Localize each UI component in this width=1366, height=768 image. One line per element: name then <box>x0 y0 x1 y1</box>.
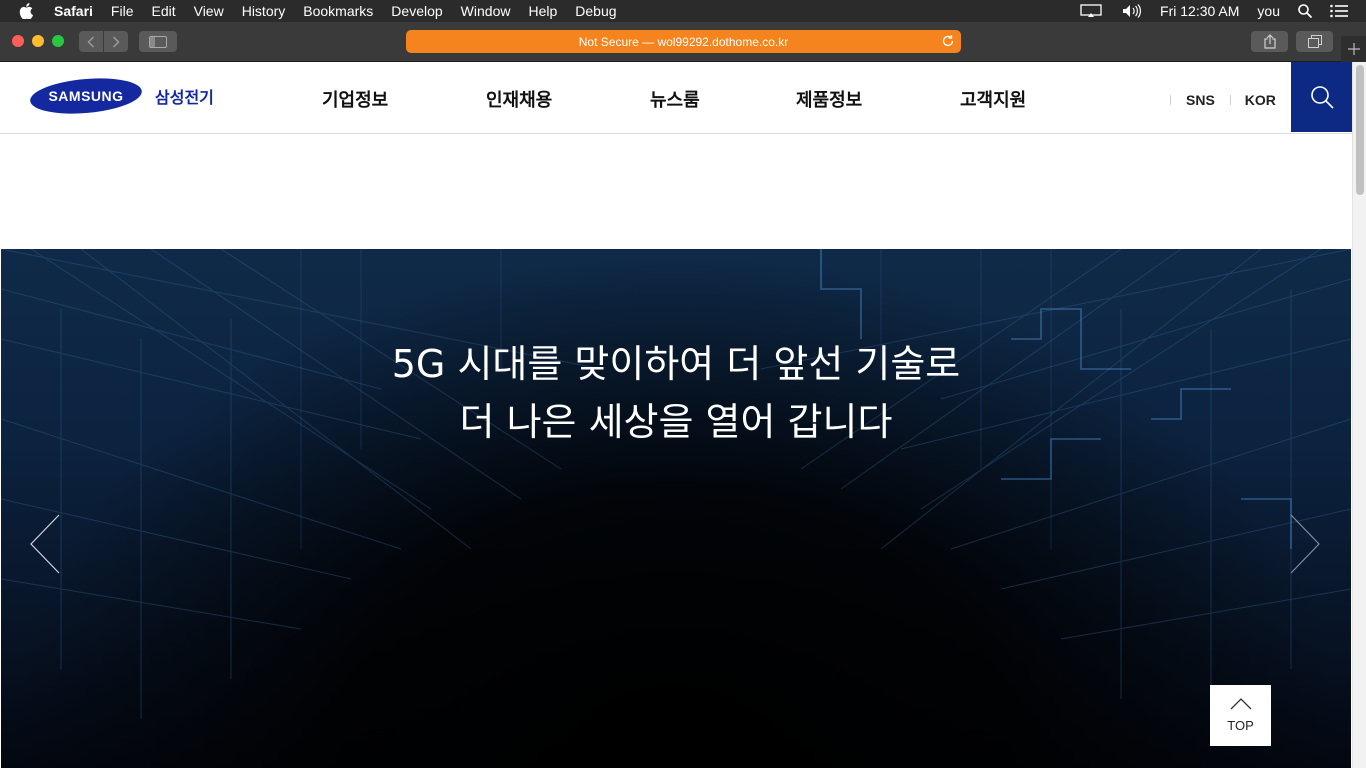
nav-support[interactable]: 고객지원 <box>960 86 1026 112</box>
menu-debug[interactable]: Debug <box>575 3 616 19</box>
site-header: SAMSUNG 삼성전기 기업정보 인재채용 뉴스룸 제품정보 고객지원 SNS… <box>0 62 1352 134</box>
logo-wordmark: SAMSUNG <box>48 88 124 104</box>
utility-menu: SNS KOR <box>1170 92 1276 108</box>
close-window-button[interactable] <box>12 35 24 47</box>
hero-headline: 5G 시대를 맞이하여 더 앞선 기술로 더 나은 세상을 열어 갑니다 <box>1 335 1351 451</box>
apple-menu-icon[interactable] <box>19 3 39 19</box>
sns-link[interactable]: SNS <box>1186 92 1215 108</box>
notification-center-icon[interactable] <box>1330 4 1348 18</box>
nav-products[interactable]: 제품정보 <box>796 86 960 112</box>
browser-toolbar: Not Secure — wol99292.dothome.co.kr <box>0 22 1366 62</box>
nav-newsroom[interactable]: 뉴스룸 <box>650 86 796 112</box>
scrollbar-thumb[interactable] <box>1356 65 1364 195</box>
chevron-left-icon <box>30 514 60 574</box>
chevron-right-icon <box>112 35 120 48</box>
airplay-display-icon[interactable] <box>1080 4 1104 18</box>
site-search-button[interactable] <box>1291 62 1352 132</box>
divider <box>1170 95 1171 105</box>
slider-prev-button[interactable] <box>29 514 61 579</box>
volume-icon[interactable] <box>1122 4 1142 18</box>
menu-help[interactable]: Help <box>528 3 557 19</box>
slider-next-button[interactable] <box>1289 514 1321 579</box>
main-navigation: 기업정보 인재채용 뉴스룸 제품정보 고객지원 <box>322 86 1026 112</box>
language-selector[interactable]: KOR <box>1245 92 1276 108</box>
macos-menu-bar: Safari File Edit View History Bookmarks … <box>0 0 1366 22</box>
plus-icon <box>1347 43 1360 55</box>
samsung-logo[interactable]: SAMSUNG 삼성전기 <box>29 77 214 115</box>
hero-headline-line2: 더 나은 세상을 열어 갑니다 <box>459 400 893 444</box>
sidebar-toggle-button[interactable] <box>139 31 177 52</box>
back-button[interactable] <box>79 31 103 52</box>
hero-slider: 5G 시대를 맞이하여 더 앞선 기술로 더 나은 세상을 열어 갑니다 TOP <box>1 249 1351 768</box>
logo-subtitle: 삼성전기 <box>155 90 214 107</box>
divider <box>1229 95 1231 105</box>
menu-view[interactable]: View <box>194 3 224 19</box>
show-all-tabs-button[interactable] <box>1296 31 1333 52</box>
scroll-to-top-button[interactable]: TOP <box>1210 685 1271 746</box>
chevron-left-icon <box>87 35 95 48</box>
chevron-right-icon <box>1290 514 1320 574</box>
page-scrollbar[interactable] <box>1352 62 1366 768</box>
menu-file[interactable]: File <box>111 3 134 19</box>
web-page: SAMSUNG 삼성전기 기업정보 인재채용 뉴스룸 제품정보 고객지원 SNS… <box>0 62 1352 768</box>
zoom-window-button[interactable] <box>52 35 64 47</box>
reload-icon[interactable] <box>941 34 955 51</box>
menu-history[interactable]: History <box>242 3 286 19</box>
address-bar[interactable]: Not Secure — wol99292.dothome.co.kr <box>406 30 961 53</box>
hero-background-image <box>1 249 1351 729</box>
search-icon <box>1310 86 1334 109</box>
share-button[interactable] <box>1251 31 1288 52</box>
menubar-user[interactable]: you <box>1257 3 1280 19</box>
top-button-label: TOP <box>1227 718 1254 733</box>
menubar-clock[interactable]: Fri 12:30 AM <box>1160 3 1239 19</box>
share-icon <box>1263 34 1276 49</box>
menu-develop[interactable]: Develop <box>391 3 442 19</box>
hero-headline-line1: 5G 시대를 맞이하여 더 앞선 기술로 <box>391 342 961 386</box>
nav-company-info[interactable]: 기업정보 <box>322 86 486 112</box>
menu-app-name[interactable]: Safari <box>54 3 93 19</box>
menu-bookmarks[interactable]: Bookmarks <box>303 3 373 19</box>
menu-window[interactable]: Window <box>461 3 511 19</box>
new-tab-button[interactable] <box>1341 36 1366 62</box>
tabs-icon <box>1307 35 1322 48</box>
menu-edit[interactable]: Edit <box>151 3 175 19</box>
sidebar-icon <box>149 35 167 48</box>
forward-button[interactable] <box>104 31 128 52</box>
address-text: Not Secure — wol99292.dothome.co.kr <box>578 34 789 49</box>
spotlight-search-icon[interactable] <box>1298 4 1312 18</box>
chevron-up-icon <box>1230 698 1251 710</box>
minimize-window-button[interactable] <box>32 35 44 47</box>
nav-careers[interactable]: 인재채용 <box>486 86 650 112</box>
